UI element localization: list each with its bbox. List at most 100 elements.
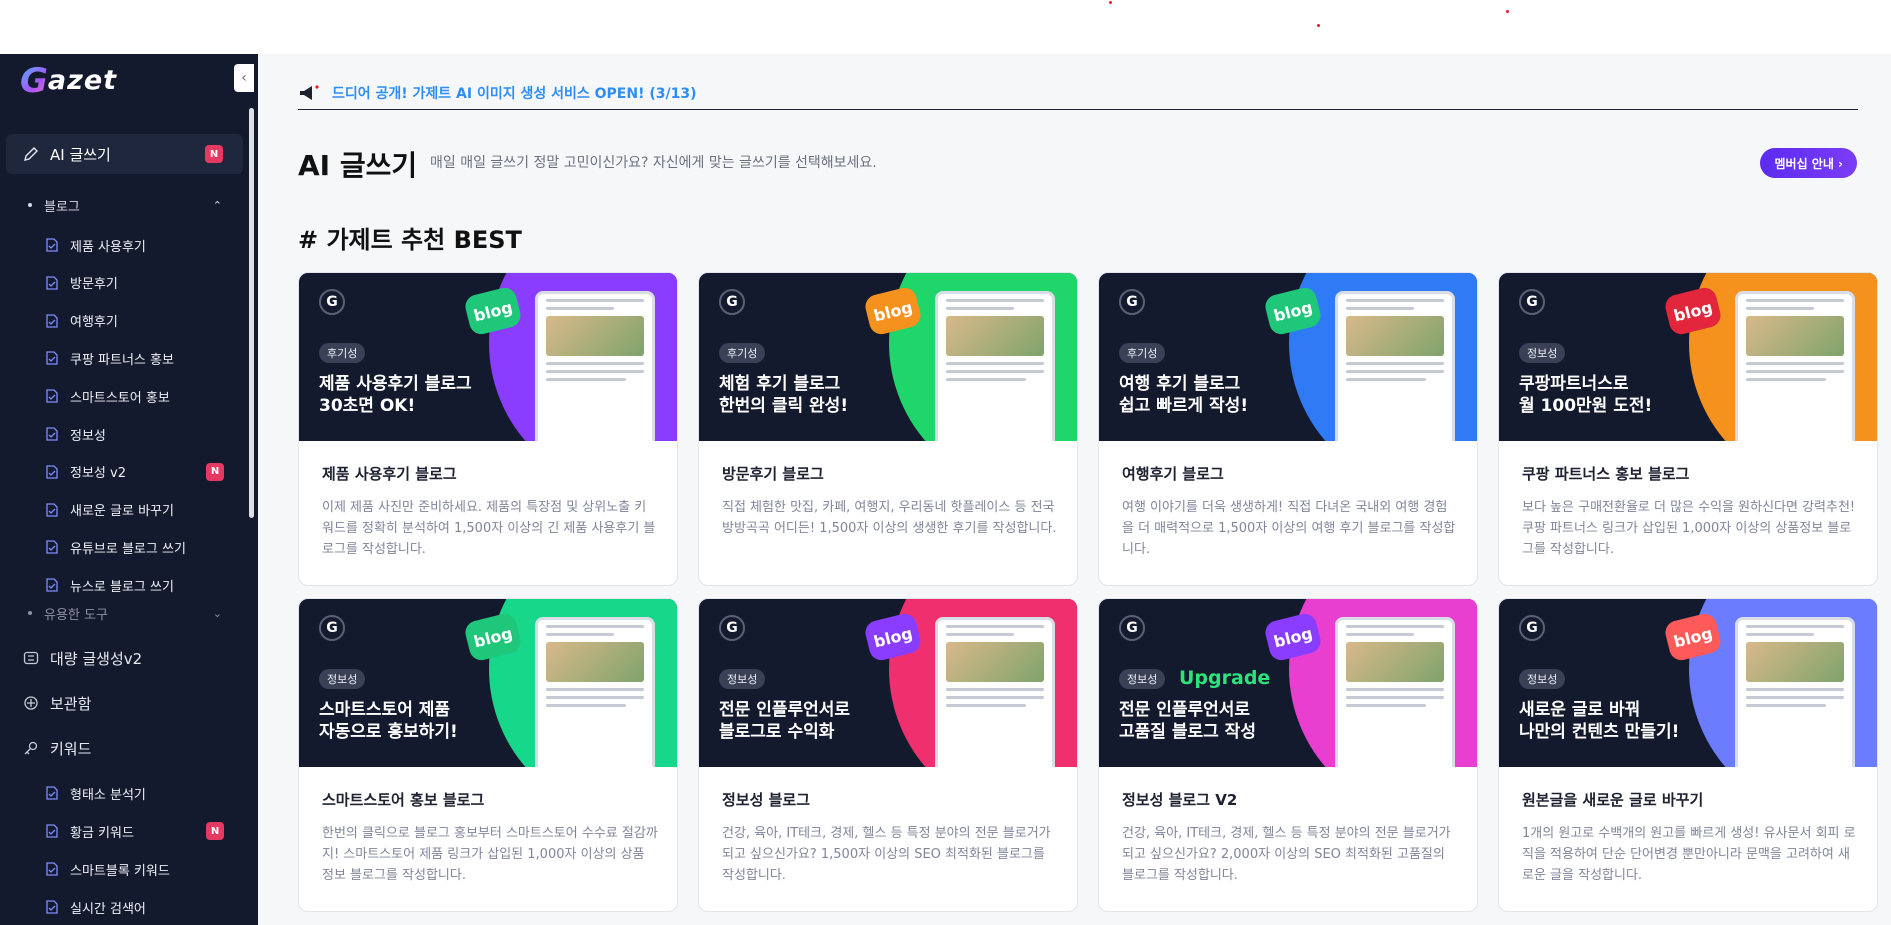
gazet-badge-icon: G xyxy=(719,289,745,315)
sidebar-group-blog[interactable]: 블로그 ⌃ xyxy=(28,193,238,217)
sidebar-subitem-label: 제품 사용후기 xyxy=(70,239,146,255)
sidebar-subitem-label: 실시간 검색어 xyxy=(70,901,146,917)
sidebar-subitem-label: 스마트스토어 홍보 xyxy=(70,390,170,406)
feature-card[interactable]: G 후기성 여행 후기 블로그 쉽고 빠르게 작성! blog 여행후기 블로그 여행 이… xyxy=(1098,272,1478,586)
red-dot xyxy=(1506,10,1509,13)
document-icon xyxy=(44,464,60,480)
feature-card[interactable]: G 정보성 쿠팡파트너스로 월 100만원 도전! blog 쿠팡 파트너스 홍보 블로… xyxy=(1498,272,1878,586)
top-bar xyxy=(0,0,1891,54)
sidebar-subitem[interactable]: 형태소 분석기 xyxy=(44,780,244,806)
sidebar-subitem[interactable]: 실시간 검색어 xyxy=(44,894,244,920)
card-description: 1개의 원고로 수백개의 원고를 빠르게 생성! 유사문서 회피 로직을 적용하… xyxy=(1522,826,1856,883)
document-icon xyxy=(44,275,60,291)
card-headline: 여행 후기 블로그 쉽고 빠르게 작성! xyxy=(1119,374,1249,416)
sidebar-subitem-label: 정보성 xyxy=(70,428,106,444)
device-mockup xyxy=(935,617,1055,767)
sidebar-subitem[interactable]: 스마트블록 키워드 xyxy=(44,856,244,882)
sidebar-subitem-label: 여행후기 xyxy=(70,315,118,331)
feature-card[interactable]: G 정보성 Upgrade 전문 인플루언서로 고품질 블로그 작성 blog 정보성 블… xyxy=(1098,598,1478,912)
document-icon xyxy=(44,502,60,518)
feature-card[interactable]: G 정보성 스마트스토어 제품 자동으로 홍보하기! blog 스마트스토어 홍보 블로… xyxy=(298,598,678,912)
notice-text: 드디어 공개! 가제트 AI 이미지 생성 서비스 OPEN! (3/13) xyxy=(332,85,697,102)
document-icon xyxy=(44,388,60,404)
sidebar-subitem[interactable]: 정보성 v2 N xyxy=(44,459,244,485)
gazet-badge-icon: G xyxy=(319,615,345,641)
group-label: 블로그 xyxy=(44,199,80,215)
document-icon xyxy=(44,237,60,253)
main-content: 드디어 공개! 가제트 AI 이미지 생성 서비스 OPEN! (3/13) A… xyxy=(258,54,1891,925)
sidebar-subitem[interactable]: 황금 키워드 N xyxy=(44,818,244,844)
card-description: 직접 체험한 맛집, 카페, 여행지, 우리동네 핫플레이스 등 전국 방방곡곡… xyxy=(722,500,1057,536)
sidebar-subitem[interactable]: 제품 사용후기 xyxy=(44,232,244,258)
group-label: 유용한 도구 xyxy=(44,607,108,623)
card-title: 정보성 블로그 xyxy=(722,791,811,809)
red-dot xyxy=(1317,24,1320,27)
chevron-down-icon: ⌄ xyxy=(212,606,222,620)
card-description: 이제 제품 사진만 준비하세요. 제품의 특장점 및 상위노출 키워드를 정확히… xyxy=(322,500,656,557)
card-description: 보다 높은 구매전환율로 더 많은 수익을 원하신다면 강력추천! 쿠팡 파트너… xyxy=(1522,500,1856,557)
card-headline: 새로운 글로 바꿔 나만의 컨텐츠 만들기! xyxy=(1519,700,1680,742)
gazet-badge-icon: G xyxy=(1519,615,1545,641)
card-banner: G 정보성 Upgrade 전문 인플루언서로 고품질 블로그 작성 blog xyxy=(1099,599,1477,767)
sidebar-item-ai-writing[interactable]: AI 글쓰기 N xyxy=(6,134,243,174)
gazet-badge-icon: G xyxy=(1119,289,1145,315)
logo-letter: G xyxy=(20,61,48,101)
sidebar-item-keyword[interactable]: 키워드 xyxy=(6,728,243,768)
feature-card[interactable]: G 후기성 체험 후기 블로그 한번의 클릭 완성! blog 방문후기 블로그 직접 체… xyxy=(698,272,1078,586)
bullet-icon xyxy=(28,203,32,207)
sidebar-subitem-label: 쿠팡 파트너스 홍보 xyxy=(70,352,174,368)
gazet-logo[interactable]: G azet xyxy=(20,64,117,98)
card-title: 쿠팡 파트너스 홍보 블로그 xyxy=(1522,465,1690,483)
card-headline: 전문 인플루언서로 블로그로 수익화 xyxy=(719,700,851,742)
sidebar-item-bulk-generate[interactable]: 대량 글생성v2 xyxy=(6,638,243,678)
sidebar-subitem-label: 황금 키워드 xyxy=(70,825,134,841)
sidebar-subitem[interactable]: 뉴스로 블로그 쓰기 xyxy=(44,572,244,598)
logo-text: azet xyxy=(47,65,118,96)
sidebar-subitem[interactable]: 여행후기 xyxy=(44,308,244,334)
device-mockup xyxy=(1735,291,1855,441)
card-tag: 정보성 xyxy=(719,669,766,689)
card-banner: G 정보성 전문 인플루언서로 블로그로 수익화 blog xyxy=(699,599,1077,767)
feature-card[interactable]: G 정보성 새로운 글로 바꿔 나만의 컨텐츠 만들기! blog 원본글을 새로운 글… xyxy=(1498,598,1878,912)
card-description: 건강, 육아, IT테크, 경제, 헬스 등 특정 분야의 전문 블로거가 되고… xyxy=(1122,826,1451,883)
card-description: 한번의 클릭으로 블로그 홍보부터 스마트스토어 수수료 절감까지! 스마트스토… xyxy=(322,826,658,883)
key-icon xyxy=(22,739,40,757)
card-title: 방문후기 블로그 xyxy=(722,465,824,483)
notice-bar[interactable]: 드디어 공개! 가제트 AI 이미지 생성 서비스 OPEN! (3/13) xyxy=(298,76,1858,110)
sidebar-subitem-label: 뉴스로 블로그 쓰기 xyxy=(70,579,174,595)
card-description: 여행 이야기를 더욱 생생하게! 직접 다녀온 국내외 여행 경험을 더 매력적… xyxy=(1122,500,1456,557)
sidebar-subitem[interactable]: 방문후기 xyxy=(44,270,244,296)
gazet-badge-icon: G xyxy=(719,615,745,641)
sidebar-group-tools[interactable]: 유용한 도구 ⌄ xyxy=(28,601,238,625)
sidebar-subitem[interactable]: 유튜브로 블로그 쓰기 xyxy=(44,534,244,560)
megaphone-icon xyxy=(300,84,319,100)
device-mockup xyxy=(535,617,655,767)
sidebar-subitem-label: 정보성 v2 xyxy=(70,466,126,482)
new-badge: N xyxy=(206,462,224,481)
card-headline: 스마트스토어 제품 자동으로 홍보하기! xyxy=(319,700,458,742)
sidebar-collapse-button[interactable]: ‹ xyxy=(234,64,254,92)
card-headline: 제품 사용후기 블로그 30초면 OK! xyxy=(319,374,472,416)
sidebar-subitem[interactable]: 쿠팡 파트너스 홍보 xyxy=(44,345,244,371)
membership-button[interactable]: 멤버십 안내 › xyxy=(1760,148,1857,178)
sidebar-subitem[interactable]: 스마트스토어 홍보 xyxy=(44,383,244,409)
sidebar-scrollbar[interactable] xyxy=(249,108,254,518)
feature-card[interactable]: G 정보성 전문 인플루언서로 블로그로 수익화 blog 정보성 블로그 건강, 육아,… xyxy=(698,598,1078,912)
card-title: 원본글을 새로운 글로 바꾸기 xyxy=(1522,791,1704,809)
feature-card[interactable]: G 후기성 제품 사용후기 블로그 30초면 OK! blog 제품 사용후기 블로그 이… xyxy=(298,272,678,586)
sidebar-subitem[interactable]: 새로운 글로 바꾸기 xyxy=(44,497,244,523)
card-headline: 전문 인플루언서로 고품질 블로그 작성 xyxy=(1119,700,1256,742)
document-icon xyxy=(44,539,60,555)
card-tag: 정보성 xyxy=(319,669,366,689)
sidebar-item-label: 보관함 xyxy=(50,694,92,713)
card-description: 건강, 육아, IT테크, 경제, 헬스 등 특정 분야의 전문 블로거가 되고… xyxy=(722,826,1051,883)
chevron-up-icon: ⌃ xyxy=(212,198,222,212)
sidebar-subitem-label: 스마트블록 키워드 xyxy=(70,863,170,879)
device-mockup xyxy=(535,291,655,441)
list-icon xyxy=(22,649,40,667)
sidebar-subitem[interactable]: 정보성 xyxy=(44,421,244,447)
device-mockup xyxy=(1735,617,1855,767)
card-tag: 후기성 xyxy=(319,343,366,363)
sidebar-item-archive[interactable]: 보관함 xyxy=(6,683,243,723)
device-mockup xyxy=(1335,617,1455,767)
